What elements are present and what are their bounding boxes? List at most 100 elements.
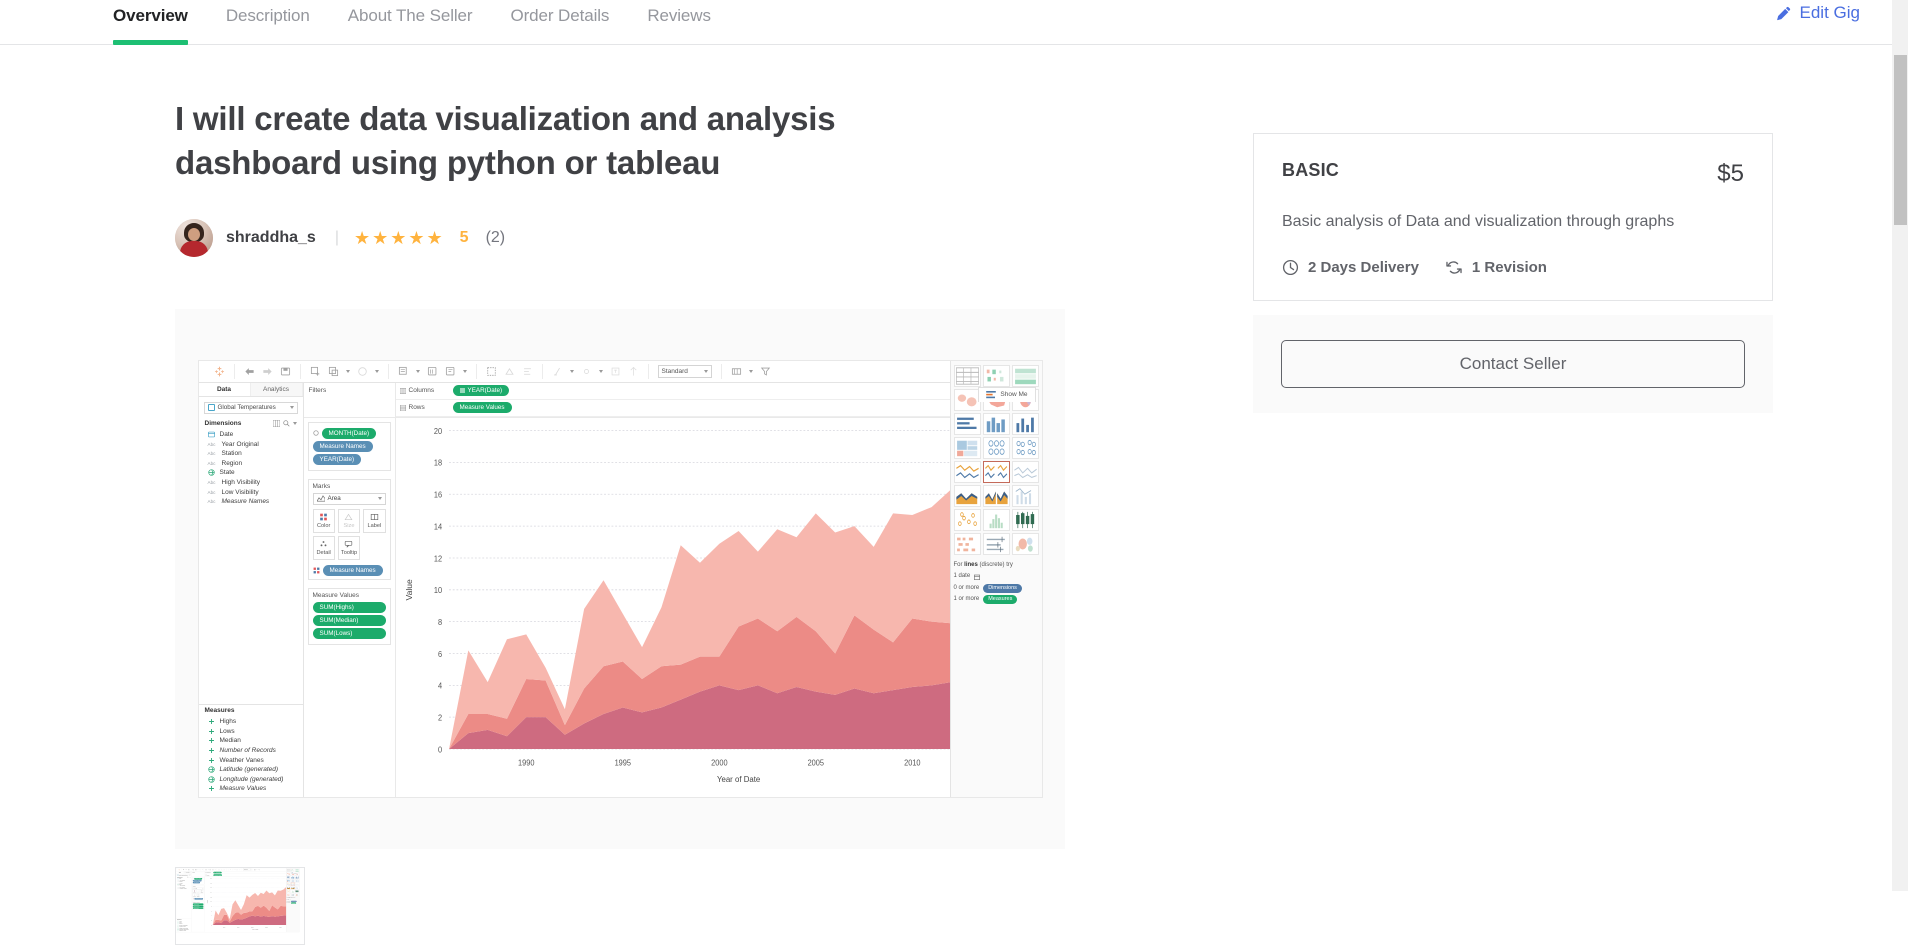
measure-value-pill[interactable]: SUM(Highs) [313,602,386,613]
pill-measure-values[interactable]: Measure Values [213,874,222,876]
field-item[interactable]: AbcLow Visibility [199,487,303,497]
fit-icon[interactable] [581,366,592,377]
save-icon[interactable] [188,869,190,871]
fix-axes-icon[interactable] [628,366,639,377]
group-members-icon[interactable] [504,366,515,377]
show-labels-icon[interactable] [522,366,533,377]
contact-seller-button[interactable]: Contact Seller [1281,340,1745,388]
avatar[interactable] [175,219,213,257]
edit-gig-button[interactable]: Edit Gig [1776,3,1860,23]
show-me-packed-bubbles-option[interactable] [1012,533,1039,555]
field-item[interactable]: AbcStation [199,449,303,459]
sort-ascending-icon[interactable] [210,869,212,871]
show-me-dual-line-option[interactable] [295,883,299,886]
sort-descending-icon[interactable] [212,869,214,871]
back-arrow-icon[interactable] [183,869,185,871]
show-me-scatter-plot-option[interactable] [954,509,981,531]
show-me-treemap-option[interactable] [954,437,981,459]
presentation-mode-icon[interactable] [552,366,563,377]
show-me-packed-bubbles-option[interactable] [295,893,299,896]
tab-reviews[interactable]: Reviews [647,0,711,45]
forward-arrow-icon[interactable] [185,869,187,871]
field-item[interactable]: AbcMeasure Names [199,497,303,507]
show-me-side-by-side-bar-option[interactable] [295,876,299,879]
new-worksheet-icon[interactable] [310,366,321,377]
show-me-dual-line-option[interactable] [1012,461,1039,483]
measure-value-pill[interactable]: SUM(Median) [313,615,386,626]
show-me-dual-combination-option[interactable] [1012,485,1039,507]
show-me-bullet-graph-option[interactable] [983,533,1010,555]
show-me-dual-combination-option[interactable] [295,886,299,889]
forward-arrow-icon[interactable] [262,366,273,377]
show-me-gantt-chart-option[interactable] [954,533,981,555]
chevron-down-icon[interactable] [346,370,350,373]
field-item[interactable]: AbcYear Original [199,439,303,449]
fit-width-icon[interactable] [731,366,742,377]
duplicate-sheet-icon[interactable] [328,366,339,377]
chevron-down-icon[interactable] [599,370,603,373]
new-worksheet-icon[interactable] [192,869,194,871]
datasource-select[interactable]: Global Temperatures [177,874,191,876]
chevron-down-icon[interactable] [463,370,467,373]
show-me-box-plot-option[interactable] [295,890,299,893]
tab-analytics[interactable]: Analytics [184,871,192,873]
show-me-text-table-option[interactable] [954,365,981,387]
filter-funnel-icon[interactable] [258,869,260,871]
marks-color-button[interactable]: Color [313,509,335,533]
mark-type-select[interactable]: Area [313,493,386,505]
scrollbar-thumb[interactable] [1894,55,1907,225]
pill-measure-values[interactable]: Measure Values [453,402,512,413]
tableau-logo-icon[interactable] [178,869,180,871]
fit-icon[interactable] [232,869,234,871]
show-me-heat-map-option[interactable] [983,365,1010,387]
show-me-horizontal-bar-option[interactable] [954,413,981,435]
filter-pill[interactable]: Measure Names [313,441,373,452]
field-item[interactable]: Latitude (generated) [199,765,303,775]
show-me-circle-view-option[interactable] [983,437,1010,459]
chevron-down-icon[interactable] [570,370,574,373]
marks-label-button[interactable]: Label [200,890,203,894]
chevron-down-icon[interactable] [416,370,420,373]
pill-marks-measure-names[interactable]: Measure Names [194,898,203,900]
tab-about-the-seller[interactable]: About The Seller [348,0,473,45]
show-me-highlight-table-option[interactable] [1012,365,1039,387]
field-item[interactable]: State [199,468,303,478]
duplicate-sheet-icon[interactable] [195,869,197,871]
search-icon[interactable] [283,420,290,427]
presentation-mode-icon[interactable] [228,869,230,871]
highlight-icon[interactable] [486,366,497,377]
group-members-icon[interactable] [221,869,223,871]
tab-overview[interactable]: Overview [113,0,188,45]
sort-descending-icon[interactable] [445,366,456,377]
measure-value-pill[interactable]: SUM(Lows) [193,907,204,909]
show-me-area-chart-continuous-option[interactable] [954,485,981,507]
gallery-main-image[interactable]: Standard [175,309,1065,849]
pill-year-date[interactable]: YEAR(Date) [213,871,221,873]
show-me-side-by-side-bar-option[interactable] [1012,413,1039,435]
field-item[interactable]: AbcMeasure Names [176,888,191,889]
filter-pill[interactable]: MONTH(Date) [322,428,377,439]
tab-description[interactable]: Description [226,0,310,45]
field-item[interactable]: Date [199,430,303,440]
show-me-button[interactable]: Show Me [978,387,1035,402]
marks-detail-button[interactable]: Detail [313,536,335,560]
text-tool-icon[interactable] [610,366,621,377]
rows-shelf[interactable]: Rows Measure Values [396,400,1042,417]
show-me-discrete-line-option[interactable] [983,461,1010,483]
text-tool-icon[interactable] [236,869,238,871]
tab-data[interactable]: Data [199,383,251,396]
grid-view-icon[interactable] [273,420,280,427]
pill-marks-measure-names[interactable]: Measure Names [323,565,383,576]
show-me-button[interactable]: Show Me [290,872,298,874]
show-me-side-by-side-circle-option[interactable] [295,879,299,882]
show-me-histogram-option[interactable] [983,509,1010,531]
chevron-down-icon[interactable] [749,370,753,373]
save-icon[interactable] [280,366,291,377]
show-me-side-by-side-circle-option[interactable] [1012,437,1039,459]
show-me-area-chart-discrete-option[interactable] [983,485,1010,507]
field-item[interactable]: Longitude (generated) [199,775,303,785]
tab-analytics[interactable]: Analytics [251,383,303,396]
filter-pill[interactable]: YEAR(Date) [313,454,362,465]
show-me-continuous-line-option[interactable] [954,461,981,483]
chevron-down-icon[interactable] [375,370,379,373]
